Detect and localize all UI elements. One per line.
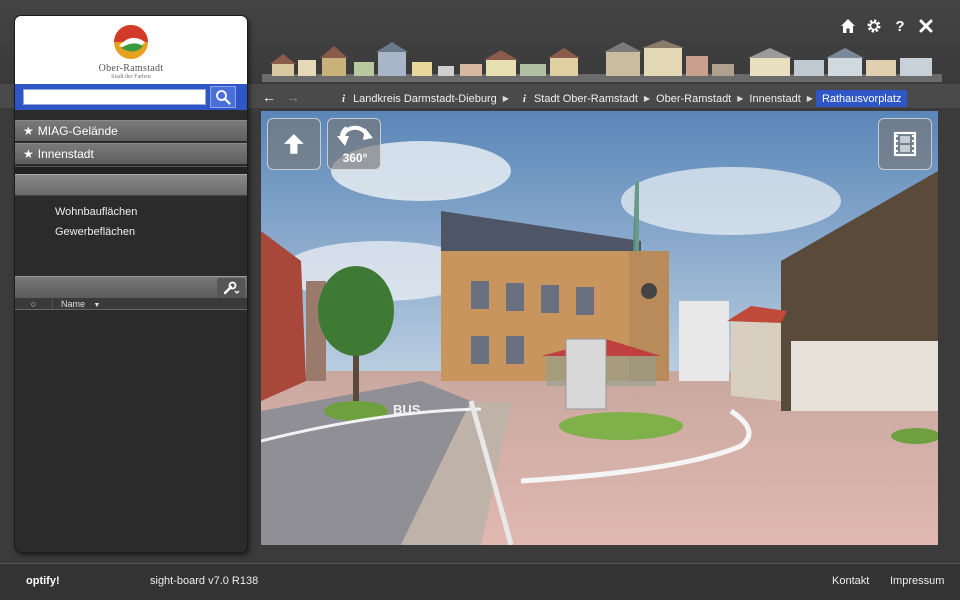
panorama-viewer[interactable]: BUS 360° [261, 111, 938, 545]
home-icon[interactable] [840, 18, 856, 34]
search-input[interactable] [23, 89, 206, 105]
favorite-label: Innenstadt [37, 147, 94, 161]
breadcrumb-item-ober-ramstadt[interactable]: Ober-Ramstadt [650, 90, 737, 107]
column-name-label: Name [61, 298, 86, 309]
rotate-label: 360° [342, 151, 368, 165]
left-panel: Ober-Ramstadt Stadt der Farben ★ MIAG-Ge… [15, 16, 247, 552]
film-icon [893, 131, 917, 157]
version-label: sight-board v7.0 R138 [150, 575, 259, 587]
move-forward-button[interactable] [267, 118, 321, 170]
help-icon[interactable]: ? [892, 18, 908, 35]
breadcrumb-label: Rathausvorplatz [821, 92, 902, 105]
sort-down-icon: ▼ [93, 301, 101, 309]
breadcrumb-item-landkreis[interactable]: i Landkreis Darmstadt-Dieburg [336, 90, 503, 107]
contact-link[interactable]: Kontakt [832, 575, 869, 587]
skyline-decoration [262, 40, 942, 82]
search-button[interactable] [210, 86, 236, 108]
favorite-item-miag[interactable]: ★ MIAG-Gelände [15, 120, 247, 141]
breadcrumb-label: Innenstadt [749, 92, 801, 105]
layer-item-gewerbe[interactable]: Gewerbeflächen [55, 226, 247, 246]
logo-name: Ober-Ramstadt [98, 63, 164, 74]
back-arrow-icon[interactable]: ← [262, 90, 278, 104]
layers-list: Wohnbauflächen Gewerbeflächen [15, 196, 247, 276]
column-status[interactable]: ○ [15, 298, 53, 309]
layers-header [15, 174, 247, 196]
breadcrumb-item-innenstadt[interactable]: Innenstadt [743, 90, 806, 107]
star-icon: ★ [23, 124, 34, 138]
favorite-item-innenstadt[interactable]: ★ Innenstadt [15, 143, 247, 164]
history-nav: ← → [262, 90, 302, 104]
favorites-list: ★ MIAG-Gelände ★ Innenstadt [15, 120, 247, 164]
breadcrumb: i Landkreis Darmstadt-Dieburg ▶ i Stadt … [336, 90, 908, 107]
gear-icon[interactable] [866, 18, 882, 34]
panorama-scene: BUS [261, 111, 938, 545]
layer-item-wohnbau[interactable]: Wohnbauflächen [55, 206, 247, 226]
breadcrumb-label: Stadt Ober-Ramstadt [533, 92, 638, 105]
logo: Ober-Ramstadt Stadt der Farben [15, 16, 247, 84]
breadcrumb-separator-icon: ▶ [806, 94, 813, 103]
divider [15, 166, 247, 174]
tools-button[interactable] [217, 278, 245, 298]
close-icon[interactable] [918, 18, 934, 34]
breadcrumb-label: Ober-Ramstadt [656, 92, 732, 105]
list-toolbar [15, 276, 247, 298]
table-header: ○ Name ▼ [15, 298, 247, 310]
search-icon [216, 90, 231, 105]
column-name[interactable]: Name ▼ [53, 299, 100, 309]
breadcrumb-item-rathausvorplatz[interactable]: Rathausvorplatz [815, 90, 908, 107]
star-icon: ★ [23, 147, 34, 161]
breadcrumb-label: Landkreis Darmstadt-Dieburg [353, 92, 497, 105]
header-toolbar: ? [840, 18, 934, 35]
footer: optify! sight-board v7.0 R138 Kontakt Im… [0, 563, 960, 600]
breadcrumb-item-stadt[interactable]: i Stadt Ober-Ramstadt [509, 90, 644, 107]
forward-arrow-icon[interactable]: → [286, 90, 302, 104]
rotate-360-button[interactable]: 360° [327, 118, 381, 170]
favorite-label: MIAG-Gelände [37, 124, 118, 138]
imprint-link[interactable]: Impressum [890, 575, 944, 587]
rotate-icon [337, 125, 373, 146]
search-bar [15, 84, 247, 110]
city-logo-icon [114, 25, 148, 59]
info-icon[interactable]: i [523, 93, 526, 105]
arrow-up-icon [283, 133, 304, 154]
info-icon[interactable]: i [342, 93, 345, 105]
logo-tagline: Stadt der Farben [111, 74, 151, 80]
wrench-icon [223, 281, 240, 295]
brand-logo[interactable]: optify! [26, 575, 60, 587]
video-button[interactable] [878, 118, 932, 170]
